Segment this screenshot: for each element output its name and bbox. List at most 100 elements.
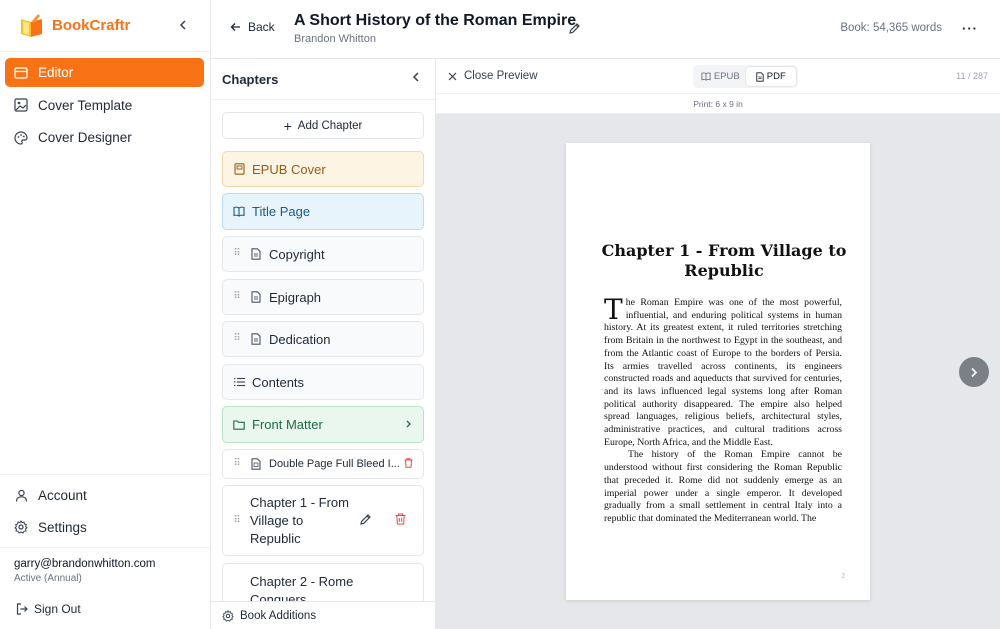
- settings-label: Settings: [38, 519, 87, 535]
- close-icon: [448, 72, 457, 80]
- user-plan: Active (Annual): [14, 573, 82, 584]
- plus-icon: +: [283, 117, 292, 134]
- sidebar-item-cover-template[interactable]: Cover Template: [5, 91, 204, 120]
- paragraph-text: he Roman Empire was one of the most powe…: [604, 297, 842, 448]
- collapse-chapters-button[interactable]: [411, 71, 421, 86]
- chapters-header: Chapters: [211, 59, 435, 100]
- preview-panel: Close Preview EPUB PDF 11 / 287 Print: 6…: [436, 59, 1000, 629]
- chapter-item-epigraph[interactable]: ⠿ Epigraph: [222, 279, 424, 315]
- open-book-icon: [233, 206, 245, 218]
- format-epub-label: EPUB: [713, 71, 740, 82]
- page-number: 2: [841, 572, 846, 580]
- chapter-item-label: Epigraph: [269, 289, 322, 305]
- pencil-icon[interactable]: [359, 513, 372, 529]
- account-label: Account: [38, 487, 87, 503]
- close-preview-button[interactable]: Close Preview: [448, 70, 538, 82]
- chapter-item-label: Title Page: [252, 204, 311, 219]
- next-page-button[interactable]: [959, 357, 989, 387]
- chapter-item-copyright[interactable]: ⠿ Copyright: [222, 236, 424, 272]
- sidebar-bottom: Account Settings garry@brandonwhitton.co…: [0, 474, 210, 629]
- format-epub-tab[interactable]: EPUB: [695, 67, 746, 86]
- palette-icon: [14, 130, 28, 145]
- drag-handle-icon[interactable]: ⠿: [232, 459, 242, 469]
- sign-out-label: Sign Out: [34, 602, 81, 616]
- app-logo-text: BookCraftr: [52, 17, 131, 34]
- chapter-item-title-page[interactable]: Title Page: [222, 193, 424, 230]
- sidebar-nav: Editor Cover Template Cover Designer: [0, 52, 210, 152]
- sidebar-item-label: Editor: [38, 65, 74, 80]
- format-pdf-tab[interactable]: PDF: [745, 67, 796, 86]
- chapter-item-front-matter[interactable]: Front Matter: [222, 406, 424, 443]
- preview-page: Chapter 1 - From Village to Republic The…: [566, 143, 870, 600]
- add-chapter-label: Add Chapter: [297, 119, 363, 132]
- sidebar-item-account[interactable]: Account: [0, 479, 210, 511]
- chapter-item-contents[interactable]: Contents: [222, 364, 424, 400]
- back-label: Back: [248, 20, 275, 34]
- drag-handle-icon[interactable]: ⠿: [232, 249, 242, 259]
- chapter-item-label: Double Page Full Bleed I...: [269, 458, 400, 470]
- document-icon: [250, 291, 262, 303]
- sidebar-item-cover-designer[interactable]: Cover Designer: [5, 123, 204, 152]
- document-icon: [250, 333, 262, 345]
- book-additions-label: Book Additions: [240, 609, 317, 622]
- gear-icon: [222, 609, 234, 622]
- drag-handle-icon[interactable]: ⠿: [232, 334, 242, 344]
- delete-icon[interactable]: [395, 513, 406, 528]
- book-logo-icon: [18, 13, 48, 39]
- image-icon: [14, 98, 28, 112]
- user-email: garry@brandonwhitton.com: [14, 558, 156, 570]
- chapter-item-dedication[interactable]: ⠿ Dedication: [222, 321, 424, 357]
- close-preview-label: Close Preview: [464, 70, 538, 82]
- sidebar-item-label: Cover Designer: [38, 130, 132, 145]
- format-toggle: EPUB PDF: [693, 65, 798, 88]
- document-icon: [756, 71, 764, 82]
- print-size: Print: 6 x 9 in: [436, 94, 1000, 114]
- chevron-right-icon: [971, 367, 978, 377]
- sidebar-item-editor[interactable]: Editor: [5, 58, 204, 87]
- chapter-item-epub-cover[interactable]: EPUB Cover: [222, 151, 424, 187]
- chapter-item-chapter-1[interactable]: ⠿ Chapter 1 - From Village to Republic: [222, 485, 424, 556]
- chapter-title: Chapter 1 - From Village to Republic: [601, 241, 847, 280]
- sidebar: BookCraftr Editor Cover Template Cover D…: [0, 0, 211, 629]
- chapters-panel: Chapters + Add Chapter EPUB Cover Title …: [211, 59, 436, 629]
- chapter-item-label: EPUB Cover: [252, 161, 326, 177]
- sign-out-icon: [16, 603, 28, 615]
- chapter-item-label: Copyright: [269, 246, 325, 262]
- paragraph: The Roman Empire was one of the most pow…: [604, 293, 842, 449]
- gear-icon: [14, 520, 28, 534]
- chapter-item-double-page-bleed[interactable]: ⠿ Double Page Full Bleed I...: [222, 449, 424, 479]
- paragraph: The history of the Roman Empire cannot b…: [604, 449, 842, 524]
- user-icon: [14, 488, 28, 502]
- editor-header: Back A Short History of the Roman Empire…: [211, 0, 1000, 59]
- back-button[interactable]: Back: [230, 20, 275, 34]
- book-title: A Short History of the Roman Empire: [294, 12, 577, 29]
- logo-row: BookCraftr: [0, 0, 210, 52]
- drop-cap: T: [604, 293, 623, 326]
- arrow-left-icon: [230, 23, 240, 31]
- chapter-item-label: Dedication: [269, 331, 331, 347]
- collapse-sidebar-button[interactable]: [174, 16, 192, 34]
- add-chapter-button[interactable]: + Add Chapter: [222, 112, 424, 139]
- image-page-icon: [250, 458, 262, 470]
- folder-icon: [233, 419, 245, 431]
- chapters-heading: Chapters: [222, 71, 279, 87]
- sidebar-item-label: Cover Template: [38, 97, 133, 113]
- book-author: Brandon Whitton: [294, 33, 376, 45]
- open-book-icon: [701, 72, 711, 81]
- more-options-button[interactable]: ···: [962, 21, 978, 36]
- chevron-right-icon[interactable]: [405, 417, 412, 432]
- drag-handle-icon[interactable]: ⠿: [232, 292, 242, 302]
- sidebar-item-settings[interactable]: Settings: [0, 511, 210, 543]
- chevron-left-icon: [412, 72, 419, 82]
- chapter-item-label: Chapter 1 - From Village to Republic: [250, 494, 349, 546]
- delete-icon[interactable]: [404, 457, 413, 471]
- word-count: Book: 54,365 words: [840, 22, 942, 34]
- list-icon: [233, 376, 245, 388]
- chapter-item-label: Front Matter: [252, 417, 323, 432]
- book-additions-button[interactable]: Book Additions: [211, 601, 435, 629]
- page-indicator: 11 / 287: [956, 71, 988, 81]
- preview-toolbar: Close Preview EPUB PDF 11 / 287: [436, 59, 1000, 94]
- drag-handle-icon[interactable]: ⠿: [232, 515, 242, 525]
- sign-out-button[interactable]: Sign Out: [0, 589, 210, 629]
- edit-title-button[interactable]: [568, 22, 581, 38]
